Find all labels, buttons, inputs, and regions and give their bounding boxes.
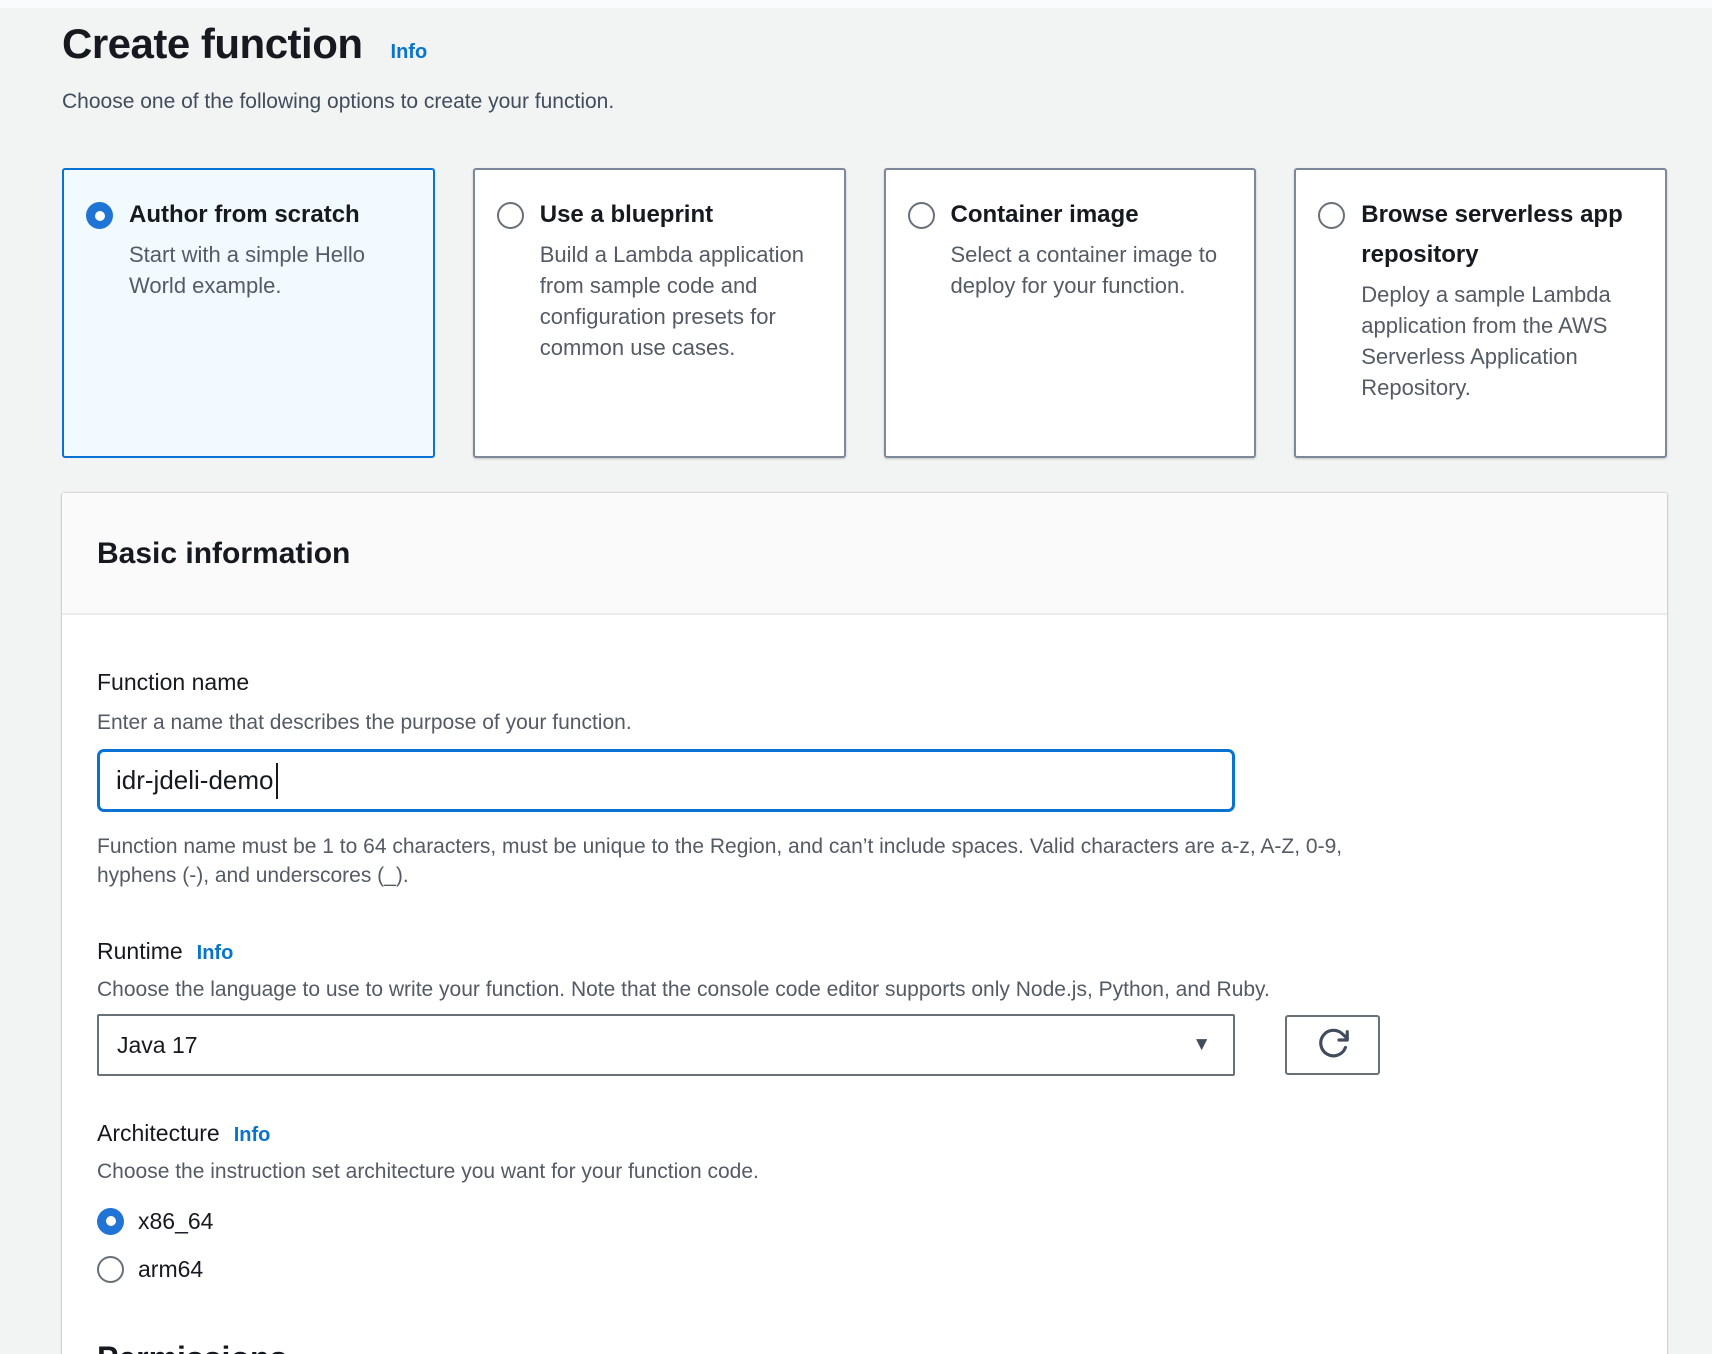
runtime-description: Choose the language to use to write your…: [97, 976, 1632, 1004]
creation-option-cards: Author from scratch Start with a simple …: [62, 168, 1667, 458]
card-text: Author from scratch Start with a simple …: [129, 195, 411, 301]
card-description: Start with a simple Hello World example.: [129, 239, 411, 301]
runtime-label: Runtime: [97, 936, 183, 966]
runtime-info-link[interactable]: Info: [197, 942, 234, 965]
page-title: Create function: [62, 16, 363, 72]
constraint-line: Function name must be 1 to 64 characters…: [97, 832, 1632, 861]
text-cursor: [276, 763, 278, 799]
page-title-info-link[interactable]: Info: [391, 41, 428, 64]
card-use-a-blueprint[interactable]: Use a blueprint Build a Lambda applicati…: [473, 168, 846, 458]
card-title: Use a blueprint: [540, 195, 822, 235]
card-description: Deploy a sample Lambda application from …: [1361, 279, 1643, 403]
radio-author-from-scratch[interactable]: [86, 202, 113, 229]
permissions-heading: Permissions: [97, 1340, 287, 1354]
architecture-description: Choose the instruction set architecture …: [97, 1158, 1632, 1186]
card-text: Use a blueprint Build a Lambda applicati…: [540, 195, 822, 363]
architecture-label: Architecture: [97, 1118, 220, 1148]
card-author-from-scratch[interactable]: Author from scratch Start with a simple …: [62, 168, 435, 458]
function-name-input[interactable]: idr-jdeli-demo: [97, 749, 1235, 812]
radio-browse-serverless-app-repository[interactable]: [1318, 202, 1345, 229]
refresh-runtimes-button[interactable]: [1285, 1015, 1380, 1075]
constraint-line: hyphens (-), and underscores (_).: [97, 861, 1632, 890]
basic-information-body: Function name Enter a name that describe…: [62, 667, 1667, 1354]
card-title: Container image: [951, 195, 1233, 235]
function-name-description: Enter a name that describes the purpose …: [97, 709, 1632, 737]
card-text: Container image Select a container image…: [951, 195, 1233, 301]
card-description: Select a container image to deploy for y…: [951, 239, 1233, 301]
card-title: Browse serverless app repository: [1361, 195, 1643, 275]
function-name-value: idr-jdeli-demo: [116, 765, 274, 796]
caret-down-icon: ▼: [1192, 1034, 1211, 1056]
basic-information-header: Basic information: [62, 493, 1667, 615]
card-text: Browse serverless app repository Deploy …: [1361, 195, 1643, 403]
card-container-image[interactable]: Container image Select a container image…: [884, 168, 1257, 458]
permissions-header: Permissions Info: [97, 1340, 1632, 1354]
radio-label: x86_64: [138, 1208, 213, 1235]
refresh-icon: [1315, 1025, 1351, 1066]
architecture-radio-group: x86_64 arm64: [97, 1204, 1632, 1286]
page-header: Create function Info: [62, 16, 1667, 72]
function-name-constraints: Function name must be 1 to 64 characters…: [97, 832, 1632, 890]
radio-container-image[interactable]: [908, 202, 935, 229]
page-subtitle: Choose one of the following options to c…: [62, 88, 1667, 116]
radio-arm64[interactable]: [97, 1256, 124, 1283]
architecture-option-arm64[interactable]: arm64: [97, 1252, 1632, 1286]
top-strip: [0, 0, 1712, 8]
basic-information-panel: Basic information Function name Enter a …: [62, 493, 1667, 1354]
card-description: Build a Lambda application from sample c…: [540, 239, 822, 363]
runtime-selected-value: Java 17: [117, 1032, 198, 1059]
radio-label: arm64: [138, 1256, 203, 1283]
card-title: Author from scratch: [129, 195, 411, 235]
radio-x86_64[interactable]: [97, 1208, 124, 1235]
function-name-label: Function name: [97, 667, 249, 697]
radio-use-a-blueprint[interactable]: [497, 202, 524, 229]
architecture-info-link[interactable]: Info: [234, 1124, 271, 1147]
runtime-select[interactable]: Java 17 ▼: [97, 1014, 1235, 1076]
card-browse-serverless-app-repository[interactable]: Browse serverless app repository Deploy …: [1294, 168, 1667, 458]
architecture-option-x86_64[interactable]: x86_64: [97, 1204, 1632, 1238]
basic-information-heading: Basic information: [97, 537, 1632, 571]
